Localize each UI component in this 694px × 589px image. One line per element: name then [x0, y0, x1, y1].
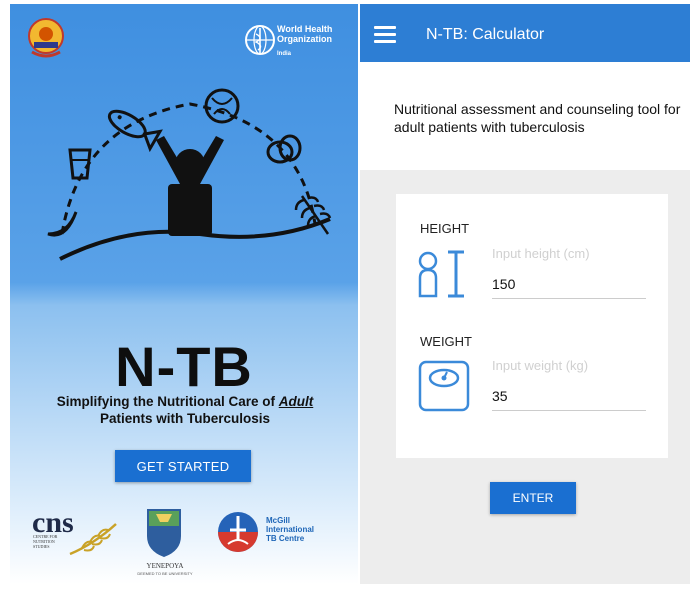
mcgill-logo-icon [218, 512, 258, 552]
yenepoya-shield-icon [147, 509, 181, 558]
get-started-button[interactable]: GET STARTED [115, 450, 251, 482]
who-region: India [277, 51, 292, 57]
person-height-icon [418, 250, 464, 298]
who-name-line1: World Health [277, 24, 333, 34]
tagline-part1: Simplifying the Nutritional Care of [56, 394, 279, 409]
height-label: HEIGHT [420, 221, 470, 236]
enter-button[interactable]: ENTER [490, 482, 576, 514]
tagline-part2: Patients with Tuberculosis [99, 411, 271, 426]
fish-icon [107, 109, 163, 153]
who-name-line2: Organization [277, 34, 333, 44]
cns-subtitle: CENTRE FOR NUTRITION STUDIES [33, 534, 58, 549]
splash-screen: World Health Organization India N-TB Sim… [10, 4, 358, 584]
measurement-form: HEIGHT Input height (cm) 150 WEIGHT Inpu… [396, 194, 668, 458]
height-input[interactable]: 150 [492, 276, 646, 299]
yenepoya-subtitle: DEEMED TO BE UNIVERSITY [137, 571, 193, 576]
cabbage-icon [204, 88, 240, 124]
calculator-screen: N-TB: Calculator Nutritional assessment … [360, 4, 690, 584]
mcgill-line3: TB Centre [266, 534, 305, 543]
banana-icon [47, 211, 78, 237]
person-cheering-icon [156, 136, 224, 236]
intro-text: Nutritional assessment and counseling to… [394, 101, 681, 135]
weighing-scale-icon [418, 360, 470, 412]
hamburger-menu-icon[interactable] [374, 26, 396, 43]
who-name: World Health Organization [277, 24, 357, 44]
mcgill-name: McGill International TB Centre [266, 516, 346, 543]
mcgill-line2: International [266, 525, 315, 534]
app-title: N-TB [115, 335, 253, 398]
tagline-emphasis: Adult [278, 394, 314, 409]
weight-placeholder: Input weight (kg) [492, 358, 589, 373]
intro-panel: Nutritional assessment and counseling to… [360, 62, 690, 170]
weight-input[interactable]: 35 [492, 388, 646, 411]
yenepoya-name: YENEPOYA [146, 562, 184, 570]
app-toolbar: N-TB: Calculator [360, 4, 690, 62]
government-emblem-icon [28, 18, 64, 58]
mcgill-line1: McGill [266, 516, 291, 525]
app-tagline: Simplifying the Nutritional Care of Adul… [30, 393, 340, 427]
height-placeholder: Input height (cm) [492, 246, 590, 261]
milk-glass-icon [68, 148, 92, 180]
nutrition-illustration [47, 88, 332, 261]
toolbar-title: N-TB: Calculator [426, 26, 545, 43]
weight-label: WEIGHT [420, 334, 472, 349]
